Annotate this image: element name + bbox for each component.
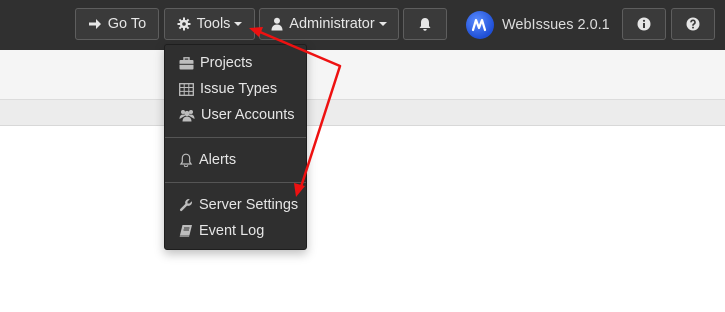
goto-label: Go To xyxy=(107,16,147,32)
info-icon xyxy=(637,17,651,31)
menu-item-label: Server Settings xyxy=(199,197,299,213)
users-icon xyxy=(179,109,195,122)
help-button[interactable] xyxy=(671,8,715,40)
menu-divider xyxy=(165,182,306,183)
goto-button[interactable]: Go To xyxy=(75,8,159,40)
bell-outline-icon xyxy=(179,153,193,167)
menu-item-issue-types[interactable]: Issue Types xyxy=(165,77,306,101)
table-icon xyxy=(179,82,194,96)
question-icon xyxy=(686,17,700,31)
tertiary-bar xyxy=(0,100,725,126)
menu-item-server-settings[interactable]: Server Settings xyxy=(165,193,306,217)
administrator-button[interactable]: Administrator xyxy=(259,8,399,40)
wrench-icon xyxy=(179,198,193,212)
book-icon xyxy=(179,224,193,238)
menu-item-event-log[interactable]: Event Log xyxy=(165,219,306,243)
chevron-down-icon xyxy=(234,22,243,26)
briefcase-icon xyxy=(179,56,194,70)
chevron-down-icon xyxy=(378,22,387,26)
menu-item-user-accounts[interactable]: User Accounts xyxy=(165,103,306,127)
gear-icon xyxy=(177,17,191,31)
top-navbar: Go To Tools Administrator WebIssues 2.0.… xyxy=(0,0,725,50)
menu-item-label: Projects xyxy=(200,55,253,71)
menu-item-alerts[interactable]: Alerts xyxy=(165,148,306,172)
tools-label: Tools xyxy=(196,16,231,32)
alerts-button[interactable] xyxy=(403,8,447,40)
menu-item-label: Alerts xyxy=(199,152,237,168)
administrator-label: Administrator xyxy=(289,16,375,32)
menu-divider xyxy=(165,137,306,138)
main-content xyxy=(0,126,725,312)
brand[interactable]: WebIssues 2.0.1 xyxy=(466,11,610,39)
secondary-toolbar xyxy=(0,50,725,100)
tools-button[interactable]: Tools xyxy=(164,8,255,40)
arrow-right-icon xyxy=(88,17,102,31)
user-icon xyxy=(271,17,283,31)
menu-item-projects[interactable]: Projects xyxy=(165,51,306,75)
brand-title: WebIssues 2.0.1 xyxy=(502,17,610,33)
menu-item-label: Event Log xyxy=(199,223,265,239)
menu-item-label: Issue Types xyxy=(200,81,278,97)
webissues-logo-icon xyxy=(466,11,494,39)
menu-item-label: User Accounts xyxy=(201,107,295,123)
bell-icon xyxy=(418,17,432,31)
info-button[interactable] xyxy=(622,8,666,40)
tools-dropdown-menu: Projects Issue Types User Accounts Alert… xyxy=(164,44,307,250)
